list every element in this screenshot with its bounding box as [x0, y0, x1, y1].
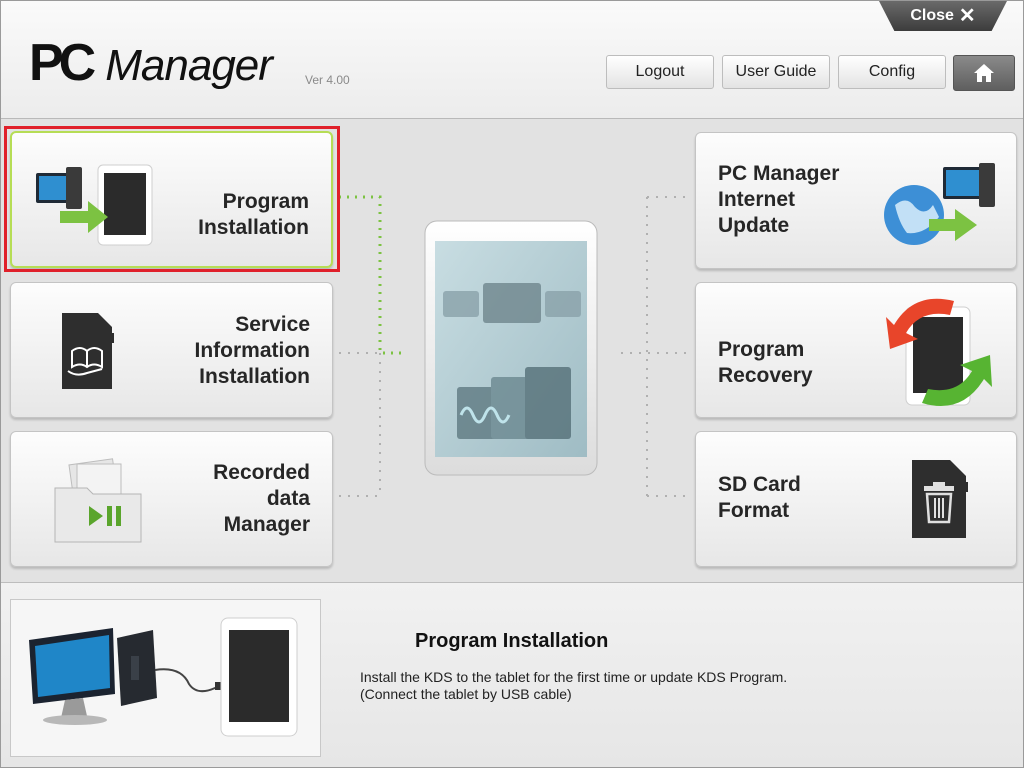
tile-sd-card-format[interactable]: SD Card Format [695, 431, 1017, 567]
tile-recorded-data-manager[interactable]: Recorded data Manager [10, 431, 333, 567]
tile-label-internet-update: PC Manager Internet Update [718, 162, 840, 237]
globe-update-icon [884, 163, 995, 245]
sd-card-book-icon [62, 313, 114, 389]
tile-program-installation[interactable]: Program Installation [10, 131, 333, 268]
tile-pc-manager-internet-update[interactable]: PC Manager Internet Update [695, 132, 1017, 269]
preview-image [10, 599, 321, 757]
tile-label-program-recovery: Program Recovery [718, 338, 813, 387]
tablet-illustration [424, 220, 598, 476]
pc-to-tablet-icon [36, 164, 153, 246]
tile-service-information-installation[interactable]: Service Information Installation [10, 282, 333, 418]
pc-tablet-usb-illustration [29, 617, 298, 737]
tile-label-sd-card-format: SD Card Format [718, 473, 801, 522]
sd-card-trash-icon [912, 460, 968, 538]
description-line-1: Install the KDS to the tablet for the fi… [360, 669, 788, 685]
description-line-2: (Connect the tablet by USB cable) [360, 686, 572, 702]
pc-manager-window: PC Manager Ver 4.00 Close ✕ Logout User … [0, 0, 1024, 768]
tile-program-recovery[interactable]: Program Recovery [695, 282, 1017, 418]
tile-label-recorded-data: Recorded data Manager [213, 461, 310, 536]
description-panel: Program Installation Install the KDS to … [1, 582, 1023, 767]
folder-play-icon [54, 458, 142, 543]
description-text: Install the KDS to the tablet for the fi… [360, 669, 787, 703]
recovery-arrows-icon [886, 298, 992, 406]
description-title: Program Installation [415, 630, 609, 652]
tile-label-program-installation: Program Installation [198, 190, 309, 239]
tile-label-service-information: Service Information Installation [194, 313, 311, 388]
